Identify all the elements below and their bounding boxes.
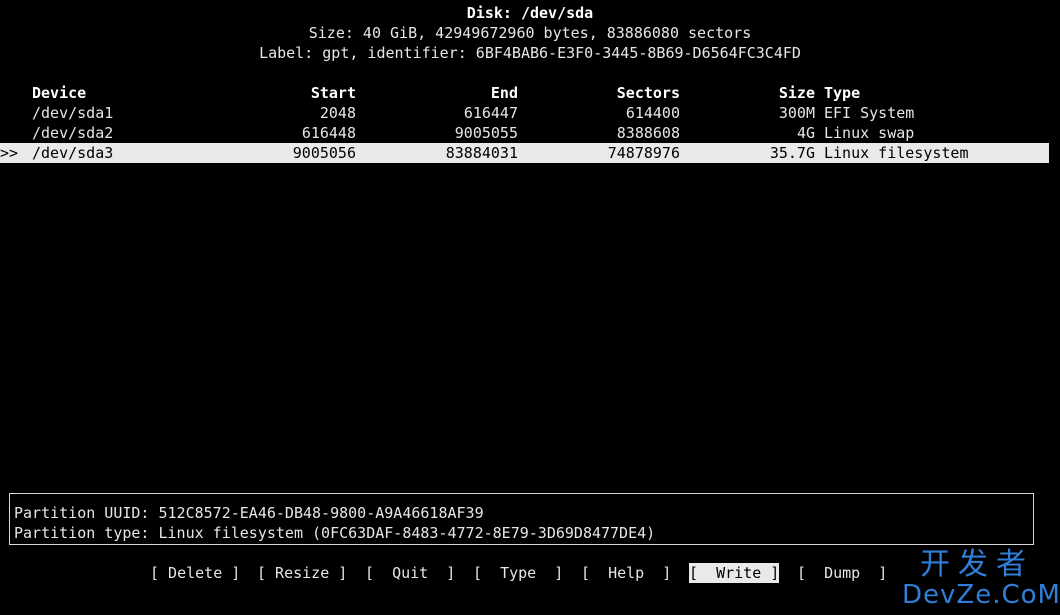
partition-row-selected[interactable]: >> /dev/sda3 9005056 83884031 74878976 3… bbox=[0, 143, 1049, 163]
partition-start: 9005056 bbox=[292, 144, 356, 162]
partition-row[interactable]: /dev/sda1 2048 616447 614400 300M EFI Sy… bbox=[0, 103, 1060, 123]
partition-device: /dev/sda1 bbox=[32, 104, 114, 122]
disk-title: Disk: /dev/sda bbox=[466, 4, 594, 22]
table-header: Device Start End Sectors Size Type bbox=[0, 83, 1060, 103]
disk-size-info: Size: 40 GiB, 42949672960 bytes, 8388608… bbox=[308, 24, 752, 42]
partition-type: EFI System bbox=[824, 104, 915, 122]
partition-start: 616448 bbox=[301, 124, 356, 142]
column-header-size: Size bbox=[778, 84, 815, 102]
partition-row[interactable]: /dev/sda2 616448 9005055 8388608 4G Linu… bbox=[0, 123, 1060, 143]
partition-end: 83884031 bbox=[445, 144, 518, 162]
partition-sectors: 8388608 bbox=[616, 124, 680, 142]
column-header-sectors: Sectors bbox=[616, 84, 680, 102]
partition-start: 2048 bbox=[319, 104, 356, 122]
quit-button[interactable]: [ Quit ] bbox=[365, 563, 455, 583]
partition-sectors: 74878976 bbox=[607, 144, 680, 162]
column-header-end: End bbox=[490, 84, 518, 102]
partition-size: 300M bbox=[778, 104, 815, 122]
partition-type: Linux filesystem bbox=[824, 144, 969, 162]
partition-info-box: Partition UUID: 512C8572-EA46-DB48-9800-… bbox=[9, 493, 1034, 545]
column-header-start: Start bbox=[310, 84, 356, 102]
partition-size: 4G bbox=[796, 124, 815, 142]
disk-label-info: Label: gpt, identifier: 6BF4BAB6-E3F0-34… bbox=[259, 44, 801, 62]
watermark-logo: 开发者 DevZe.CoM bbox=[902, 547, 1060, 610]
partition-type-info: Partition type: Linux filesystem (0FC63D… bbox=[14, 524, 656, 542]
partition-uuid: Partition UUID: 512C8572-EA46-DB48-9800-… bbox=[14, 504, 484, 522]
dump-button[interactable]: [ Dump ] bbox=[797, 563, 887, 583]
partition-device: /dev/sda3 bbox=[32, 144, 114, 162]
watermark-chinese-text: 开发者 bbox=[920, 547, 1034, 582]
selection-marker: >> bbox=[0, 144, 19, 162]
type-button[interactable]: [ Type ] bbox=[473, 563, 563, 583]
partition-size: 35.7G bbox=[769, 144, 815, 162]
partition-sectors: 614400 bbox=[625, 104, 680, 122]
write-button[interactable]: [ Write ] bbox=[689, 563, 780, 583]
partition-end: 616447 bbox=[463, 104, 518, 122]
delete-button[interactable]: [ Delete ] bbox=[150, 563, 240, 583]
help-button[interactable]: [ Help ] bbox=[581, 563, 671, 583]
column-header-type: Type bbox=[824, 84, 861, 102]
partition-end: 9005055 bbox=[454, 124, 518, 142]
partition-device: /dev/sda2 bbox=[32, 124, 114, 142]
partition-type: Linux swap bbox=[824, 124, 915, 142]
watermark-site-text: DevZe.CoM bbox=[902, 580, 1060, 610]
column-header-device: Device bbox=[32, 84, 87, 102]
resize-button[interactable]: [ Resize ] bbox=[257, 563, 347, 583]
